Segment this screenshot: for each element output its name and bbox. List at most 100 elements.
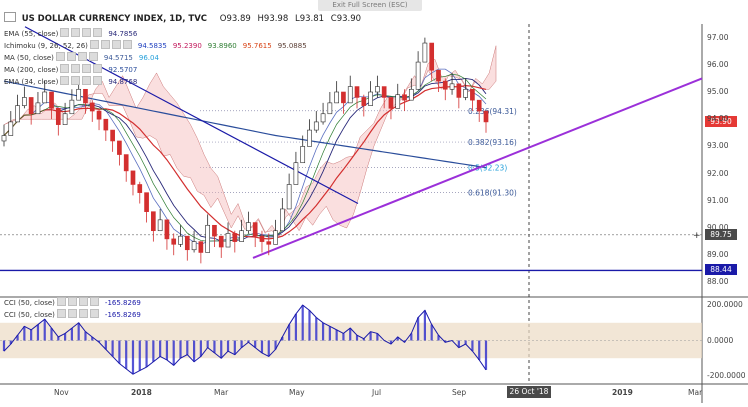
price-tick-7: 90.00 <box>707 223 729 232</box>
more-icon[interactable] <box>89 309 99 318</box>
indicator-value: 95.7615 <box>242 42 272 50</box>
eye-icon[interactable] <box>56 309 66 318</box>
candle-body-19 <box>130 170 136 185</box>
close-icon[interactable] <box>77 52 87 61</box>
gear-icon[interactable] <box>67 309 77 318</box>
fib-label-3: 0.618(91.30) <box>468 189 517 198</box>
gear-icon[interactable] <box>66 52 76 61</box>
candle-body-52 <box>354 86 360 98</box>
eye-icon[interactable] <box>60 64 70 73</box>
cci-tick-0: 200.0000 <box>707 300 743 310</box>
candle-body-59 <box>402 94 407 101</box>
symbol-title: US DOLLAR CURRENCY INDEX, 1D, TVC <box>21 14 208 24</box>
indicator-label: Ichimoku (9, 26, 52, 26) <box>4 42 88 50</box>
eye-icon[interactable] <box>55 52 65 61</box>
candle-body-22 <box>151 211 156 232</box>
chart-header: US DOLLAR CURRENCY INDEX, 1D, TVC O93.89… <box>4 12 361 24</box>
price-tick-6: 91.00 <box>707 195 729 205</box>
more-icon[interactable] <box>122 40 132 49</box>
gear-icon[interactable] <box>67 297 77 306</box>
indicator-row[interactable]: Ichimoku (9, 26, 52, 26) 94.5835 95.2390 93… <box>4 40 307 52</box>
close-icon[interactable] <box>111 40 121 49</box>
fib-label-0: 0.236(94.31) <box>468 107 517 116</box>
gear-icon[interactable] <box>71 64 81 73</box>
candle-body-35 <box>239 230 244 242</box>
indicator-row[interactable]: MA (50, close) 94.5715 96.04 <box>4 52 307 64</box>
cci-value: -165.8269 <box>104 311 141 319</box>
cci-legend: CCI (50, close) -165.8269 CCI (50, close) -… <box>4 297 141 321</box>
candle-body-38 <box>259 235 265 242</box>
close-icon[interactable] <box>78 309 88 318</box>
fib-label-1: 0.382(93.16) <box>468 138 517 147</box>
candle-body-5 <box>35 102 41 115</box>
close-icon[interactable] <box>82 28 92 37</box>
candle-body-26 <box>178 235 183 245</box>
time-tick-0: Nov <box>54 388 69 397</box>
cci-row[interactable]: CCI (50, close) -165.8269 <box>4 297 141 309</box>
indicator-value: 94.5835 <box>137 42 167 50</box>
candle-body-7 <box>49 91 54 109</box>
candle-body-71 <box>483 110 489 123</box>
gear-icon[interactable] <box>100 40 110 49</box>
cci-tick-1: 0.0000 <box>707 335 734 345</box>
cci-row[interactable]: CCI (50, close) -165.8269 <box>4 309 141 321</box>
more-icon[interactable] <box>93 28 103 37</box>
more-icon[interactable] <box>93 76 103 85</box>
candle-body-61 <box>415 61 421 90</box>
eye-icon[interactable] <box>89 40 99 49</box>
time-tick-2: Mar <box>214 388 229 397</box>
candle-body-58 <box>395 94 401 109</box>
close-icon[interactable] <box>78 297 88 306</box>
indicator-value: 95.0885 <box>277 42 307 50</box>
close-icon[interactable] <box>82 76 92 85</box>
candle-body-30 <box>205 224 210 253</box>
eye-icon[interactable] <box>60 28 70 37</box>
candle-body-68 <box>463 88 468 98</box>
symbol-toggle-icon[interactable] <box>4 12 16 22</box>
time-tick-4: Jul <box>372 388 382 397</box>
ohlc-high: 93.98 <box>263 14 289 24</box>
candle-body-63 <box>429 42 435 71</box>
cci-value: -165.8269 <box>104 299 141 307</box>
indicator-row[interactable]: MA (200, close) 92.5707 <box>4 64 307 76</box>
more-icon[interactable] <box>89 297 99 306</box>
candle-body-57 <box>388 97 394 109</box>
candle-body-34 <box>232 233 238 242</box>
candle-body-70 <box>476 99 482 112</box>
eye-icon[interactable] <box>60 76 70 85</box>
candle-body-2 <box>15 105 20 123</box>
time-tick-5: Sep <box>452 388 467 397</box>
price-tick-1: 96.00 <box>707 59 729 69</box>
candle-body-36 <box>246 222 251 232</box>
indicator-row[interactable]: EMA (55, close) 94.7856 <box>4 28 307 40</box>
exit-fullscreen-button[interactable]: Exit Full Screen (ESC) <box>318 0 422 11</box>
price-tag-2: 88.44 <box>705 264 737 276</box>
more-icon[interactable] <box>88 52 98 61</box>
candle-body-25 <box>171 238 177 245</box>
cci-label: CCI (50, close) <box>4 311 55 319</box>
more-icon[interactable] <box>93 64 103 73</box>
indicator-value: 94.8768 <box>108 78 138 86</box>
price-tick-9: 88.00 <box>707 277 729 287</box>
close-icon[interactable] <box>82 64 92 73</box>
indicator-row[interactable]: EMA (34, close) 94.8768 <box>4 76 307 88</box>
candle-body-43 <box>293 162 299 185</box>
indicator-value: 94.7856 <box>108 30 138 38</box>
candle-body-8 <box>55 108 61 125</box>
price-tick-8: 89.00 <box>707 250 729 260</box>
indicator-label: MA (200, close) <box>4 66 59 74</box>
ohlc-open: 93.89 <box>226 14 251 24</box>
candle-body-40 <box>273 230 278 245</box>
candle-body-9 <box>62 113 68 125</box>
eye-icon[interactable] <box>56 297 66 306</box>
candle-body-51 <box>347 86 353 104</box>
candle-body-4 <box>28 97 34 115</box>
gear-icon[interactable] <box>71 28 81 37</box>
candle-body-55 <box>375 86 380 93</box>
cursor-date-tag: 26 Oct '18 <box>507 386 551 398</box>
candle-body-50 <box>341 91 346 104</box>
indicator-label: EMA (55, close) <box>4 30 59 38</box>
crosshair-icon[interactable]: + <box>693 231 701 241</box>
indicator-label: EMA (34, close) <box>4 78 59 86</box>
gear-icon[interactable] <box>71 76 81 85</box>
